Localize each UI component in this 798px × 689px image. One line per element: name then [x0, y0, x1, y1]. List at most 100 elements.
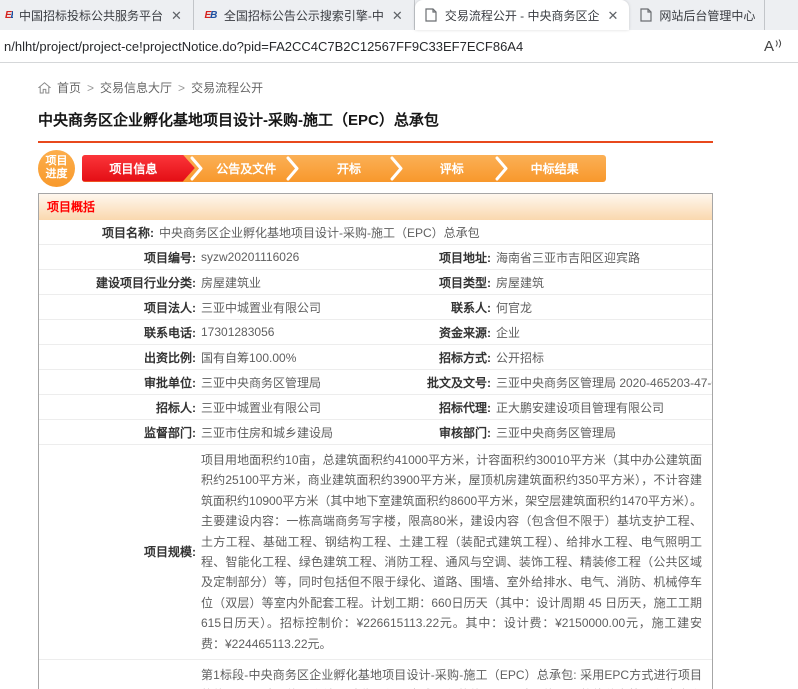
field-value: 何官龙 [496, 299, 532, 316]
breadcrumb-separator: > [178, 81, 185, 95]
field-label: 批文及文号: [376, 374, 496, 391]
info-cell: 项目编号:syzw20201116026 [39, 249, 376, 266]
field-label: 审批单位: [39, 374, 201, 391]
field-label: 审核部门: [376, 424, 496, 441]
field-label: 项目类型: [376, 274, 496, 291]
field-value: 房屋建筑 [496, 274, 544, 291]
field-value: 正大鹏安建设项目管理有限公司 [496, 399, 664, 416]
step-chevron-icon [286, 155, 299, 182]
info-cell: 审核部门:三亚中央商务区管理局 [376, 424, 712, 441]
field-label: 资金来源: [376, 324, 496, 341]
tab-close-icon[interactable]: ✕ [390, 9, 405, 22]
info-cell: 项目类型:房屋建筑 [376, 274, 712, 291]
browser-tab-1[interactable]: EB全国招标公告公示搜索引擎-中✕ [194, 0, 415, 30]
field-value: 三亚中央商务区管理局 [496, 424, 616, 441]
browser-tab-3[interactable]: 网站后台管理中心 [629, 0, 765, 30]
section-header-overview: 项目概括 [39, 194, 712, 220]
browser-tab-bar: EB中国招标投标公共服务平台✕EB全国招标公告公示搜索引擎-中✕交易流程公开 -… [0, 0, 798, 30]
field-value: 三亚市住房和城乡建设局 [201, 424, 333, 441]
info-cell: 资金来源:企业 [376, 324, 712, 341]
progress-badge-line2: 进度 [46, 168, 68, 181]
field-label: 招标人: [39, 399, 201, 416]
title-divider [38, 141, 713, 143]
info-cell: 招标代理:正大鹏安建设项目管理有限公司 [376, 399, 712, 416]
info-row-5: 出资比例:国有自筹100.00%招标方式:公开招标 [39, 345, 712, 370]
field-label: 项目名称: [39, 224, 159, 241]
info-cell: 批文及文号:三亚中央商务区管理局 2020-465203-47-03-01512… [376, 374, 712, 391]
progress-step-1[interactable]: 公告及文件 [195, 155, 298, 182]
field-label: 招标代理: [376, 399, 496, 416]
progress-badge-line1: 项目 [46, 155, 68, 168]
field-value: 三亚中央商务区管理局 2020-465203-47-03-015127 [496, 374, 712, 391]
progress-step-4[interactable]: 中标结果 [503, 155, 606, 182]
field-value: syzw20201116026 [201, 250, 299, 264]
progress-tracker: 项目 进度 项目信息公告及文件开标评标中标结果 [38, 148, 798, 188]
read-aloud-icon[interactable]: A [758, 36, 788, 57]
progress-step-0[interactable]: 项目信息 [82, 155, 195, 182]
field-value: 公开招标 [496, 349, 544, 366]
info-cell: 项目名称:中央商务区企业孵化基地项目设计-采购-施工（EPC）总承包 [39, 224, 712, 241]
info-cell: 项目地址:海南省三亚市吉阳区迎宾路 [376, 249, 712, 266]
page-title: 中央商务区企业孵化基地项目设计-采购-施工（EPC）总承包 [38, 109, 798, 130]
info-row-3: 项目法人:三亚中城置业有限公司联系人:何官龙 [39, 295, 712, 320]
field-value: 三亚中央商务区管理局 [201, 374, 321, 391]
field-label: 建设项目行业分类: [39, 274, 201, 291]
info-cell: 建设项目行业分类:房屋建筑业 [39, 274, 376, 291]
field-label: 项目法人: [39, 299, 201, 316]
progress-step-3[interactable]: 评标 [400, 155, 503, 182]
browser-address-bar: n/hlht/project/project-ce!projectNotice.… [0, 30, 798, 63]
info-row-7: 招标人:三亚中城置业有限公司招标代理:正大鹏安建设项目管理有限公司 [39, 395, 712, 420]
breadcrumb-item-0[interactable]: 首页 [57, 79, 81, 96]
page-favicon-icon [424, 8, 439, 22]
field-label: 项目编号: [39, 249, 201, 266]
info-row-2: 建设项目行业分类:房屋建筑业项目类型:房屋建筑 [39, 270, 712, 295]
info-row-1: 项目编号:syzw20201116026项目地址:海南省三亚市吉阳区迎宾路 [39, 245, 712, 270]
field-value: 第1标段-中央商务区企业孵化基地项目设计-采购-施工（EPC）总承包: 采用EP… [201, 665, 712, 689]
tab-close-icon[interactable]: ✕ [606, 9, 621, 22]
field-label: 项目地址: [376, 249, 496, 266]
breadcrumb: 首页 > 交易信息大厅 > 交易流程公开 [38, 79, 798, 96]
field-value: 国有自筹100.00% [201, 349, 296, 366]
info-row-8: 监督部门:三亚市住房和城乡建设局审核部门:三亚中央商务区管理局 [39, 420, 712, 445]
field-value: 企业 [496, 324, 520, 341]
field-label: 联系人: [376, 299, 496, 316]
info-cell: 出资比例:国有自筹100.00% [39, 349, 376, 366]
field-value: 三亚中城置业有限公司 [201, 399, 321, 416]
field-label: 招标方式: [376, 349, 496, 366]
breadcrumb-item-2[interactable]: 交易流程公开 [191, 79, 263, 96]
info-cell: 联系人:何官龙 [376, 299, 712, 316]
progress-step-2[interactable]: 开标 [298, 155, 401, 182]
info-cell: 联系电话:17301283056 [39, 324, 376, 341]
step-chevron-icon [495, 155, 508, 182]
field-label: 项目规模: [39, 543, 201, 560]
info-cell: 监督部门:三亚市住房和城乡建设局 [39, 424, 376, 441]
page-favicon-icon [638, 8, 653, 22]
tab-close-icon[interactable]: ✕ [169, 9, 184, 22]
tab-title: 中国招标投标公共服务平台 [19, 7, 163, 24]
info-row-6: 审批单位:三亚中央商务区管理局 批文及文号:三亚中央商务区管理局 2020-465… [39, 370, 712, 395]
url-field[interactable]: n/hlht/project/project-ce!projectNotice.… [4, 39, 758, 54]
field-label: 监督部门: [39, 424, 201, 441]
project-panel: 项目概括 项目名称:中央商务区企业孵化基地项目设计-采购-施工（EPC）总承包项… [38, 193, 713, 689]
home-icon [38, 82, 51, 94]
field-value: 项目用地面积约10亩，总建筑面积约41000平方米，计容面积约30010平方米（… [201, 450, 712, 654]
info-row-10: 招标范围:第1标段-中央商务区企业孵化基地项目设计-采购-施工（EPC）总承包:… [39, 660, 712, 689]
tab-title: 交易流程公开 - 中央商务区企 [445, 7, 600, 24]
browser-tab-2[interactable]: 交易流程公开 - 中央商务区企 ✕ [415, 0, 630, 30]
step-chevron-icon [190, 155, 203, 182]
field-value: 三亚中城置业有限公司 [201, 299, 321, 316]
field-label: 联系电话: [39, 324, 201, 341]
bidding-logo-favicon-icon: EB [203, 8, 218, 22]
breadcrumb-item-1[interactable]: 交易信息大厅 [100, 79, 172, 96]
info-row-4: 联系电话:17301283056资金来源:企业 [39, 320, 712, 345]
progress-badge: 项目 进度 [38, 150, 75, 187]
step-chevron-icon [390, 155, 403, 182]
info-cell: 招标人:三亚中城置业有限公司 [39, 399, 376, 416]
bidding-logo-favicon-icon: EB [5, 8, 13, 22]
breadcrumb-separator: > [87, 81, 94, 95]
info-cell: 招标方式:公开招标 [376, 349, 712, 366]
browser-tab-0[interactable]: EB 中国招标投标公共服务平台 ✕ [0, 0, 194, 30]
info-row-9: 项目规模:项目用地面积约10亩，总建筑面积约41000平方米，计容面积约3001… [39, 445, 712, 660]
progress-bar: 项目信息公告及文件开标评标中标结果 [82, 155, 606, 182]
info-cell: 项目法人:三亚中城置业有限公司 [39, 299, 376, 316]
